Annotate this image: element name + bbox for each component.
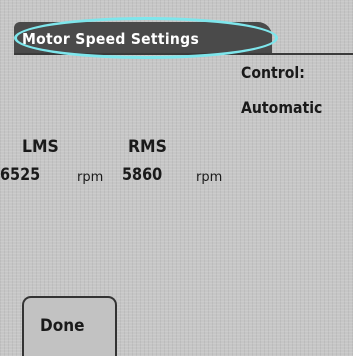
rms-speed-unit: rpm bbox=[196, 170, 223, 185]
rms-speed-value: 5860 bbox=[122, 165, 163, 185]
control-mode-value[interactable]: Automatic bbox=[241, 98, 322, 117]
lms-speed-value: 6525 bbox=[0, 165, 41, 185]
done-button-label[interactable]: Done bbox=[40, 316, 84, 336]
title-divider bbox=[14, 53, 353, 55]
lms-label: LMS bbox=[22, 137, 59, 157]
window-title: Motor Speed Settings bbox=[22, 30, 200, 48]
rms-label: RMS bbox=[128, 137, 167, 157]
lms-speed-unit: rpm bbox=[77, 170, 104, 185]
motor-speed-settings-screen: Motor Speed Settings Control: Automatic … bbox=[0, 0, 353, 356]
control-label: Control: bbox=[241, 63, 305, 82]
